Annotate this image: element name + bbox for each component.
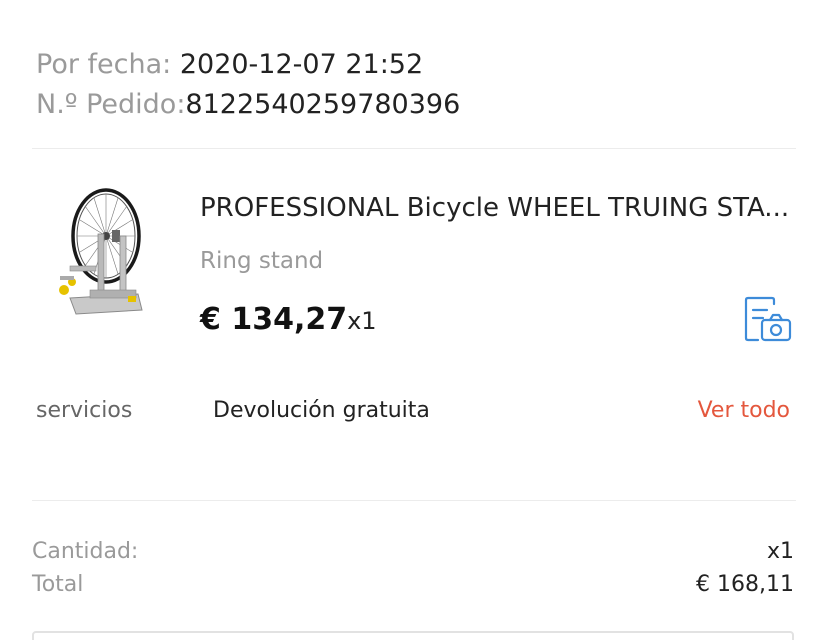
order-date-value: 2020-12-07 21:52 bbox=[179, 49, 424, 80]
photo-review-button[interactable] bbox=[740, 296, 794, 344]
summary-total-value: € 168,11 bbox=[696, 572, 794, 597]
summary-total-label: Total bbox=[32, 572, 84, 597]
services-value: Devolución gratuita bbox=[213, 398, 430, 423]
bottom-action-box[interactable] bbox=[32, 631, 794, 640]
order-number-value: 8122540259780396 bbox=[185, 89, 461, 120]
price-row: € 134,27x1 bbox=[200, 300, 377, 344]
photo-review-icon bbox=[744, 296, 792, 342]
order-date-label: Por fecha: bbox=[36, 49, 172, 80]
divider bbox=[32, 148, 796, 149]
product-variant: Ring stand bbox=[200, 248, 324, 274]
product-title[interactable]: PROFESSIONAL Bicycle WHEEL TRUING STA... bbox=[200, 190, 790, 226]
product-price: € 134,27 bbox=[200, 302, 348, 337]
summary-quantity-label: Cantidad: bbox=[32, 539, 139, 564]
summary-quantity-value: x1 bbox=[766, 539, 794, 564]
order-date-row: Por fecha: 2020-12-07 21:52 bbox=[36, 47, 423, 83]
order-detail-page: Por fecha: 2020-12-07 21:52 N.º Pedido:8… bbox=[0, 0, 828, 640]
order-number-label: N.º Pedido: bbox=[36, 89, 186, 120]
see-all-link[interactable]: Ver todo bbox=[698, 395, 790, 427]
product-image[interactable] bbox=[50, 186, 150, 318]
bicycle-wheel-truing-stand-image bbox=[59, 188, 143, 315]
divider bbox=[32, 500, 796, 501]
order-number-row: N.º Pedido:8122540259780396 bbox=[36, 87, 460, 123]
services-label: servicios bbox=[36, 398, 133, 423]
product-quantity: x1 bbox=[347, 307, 377, 335]
